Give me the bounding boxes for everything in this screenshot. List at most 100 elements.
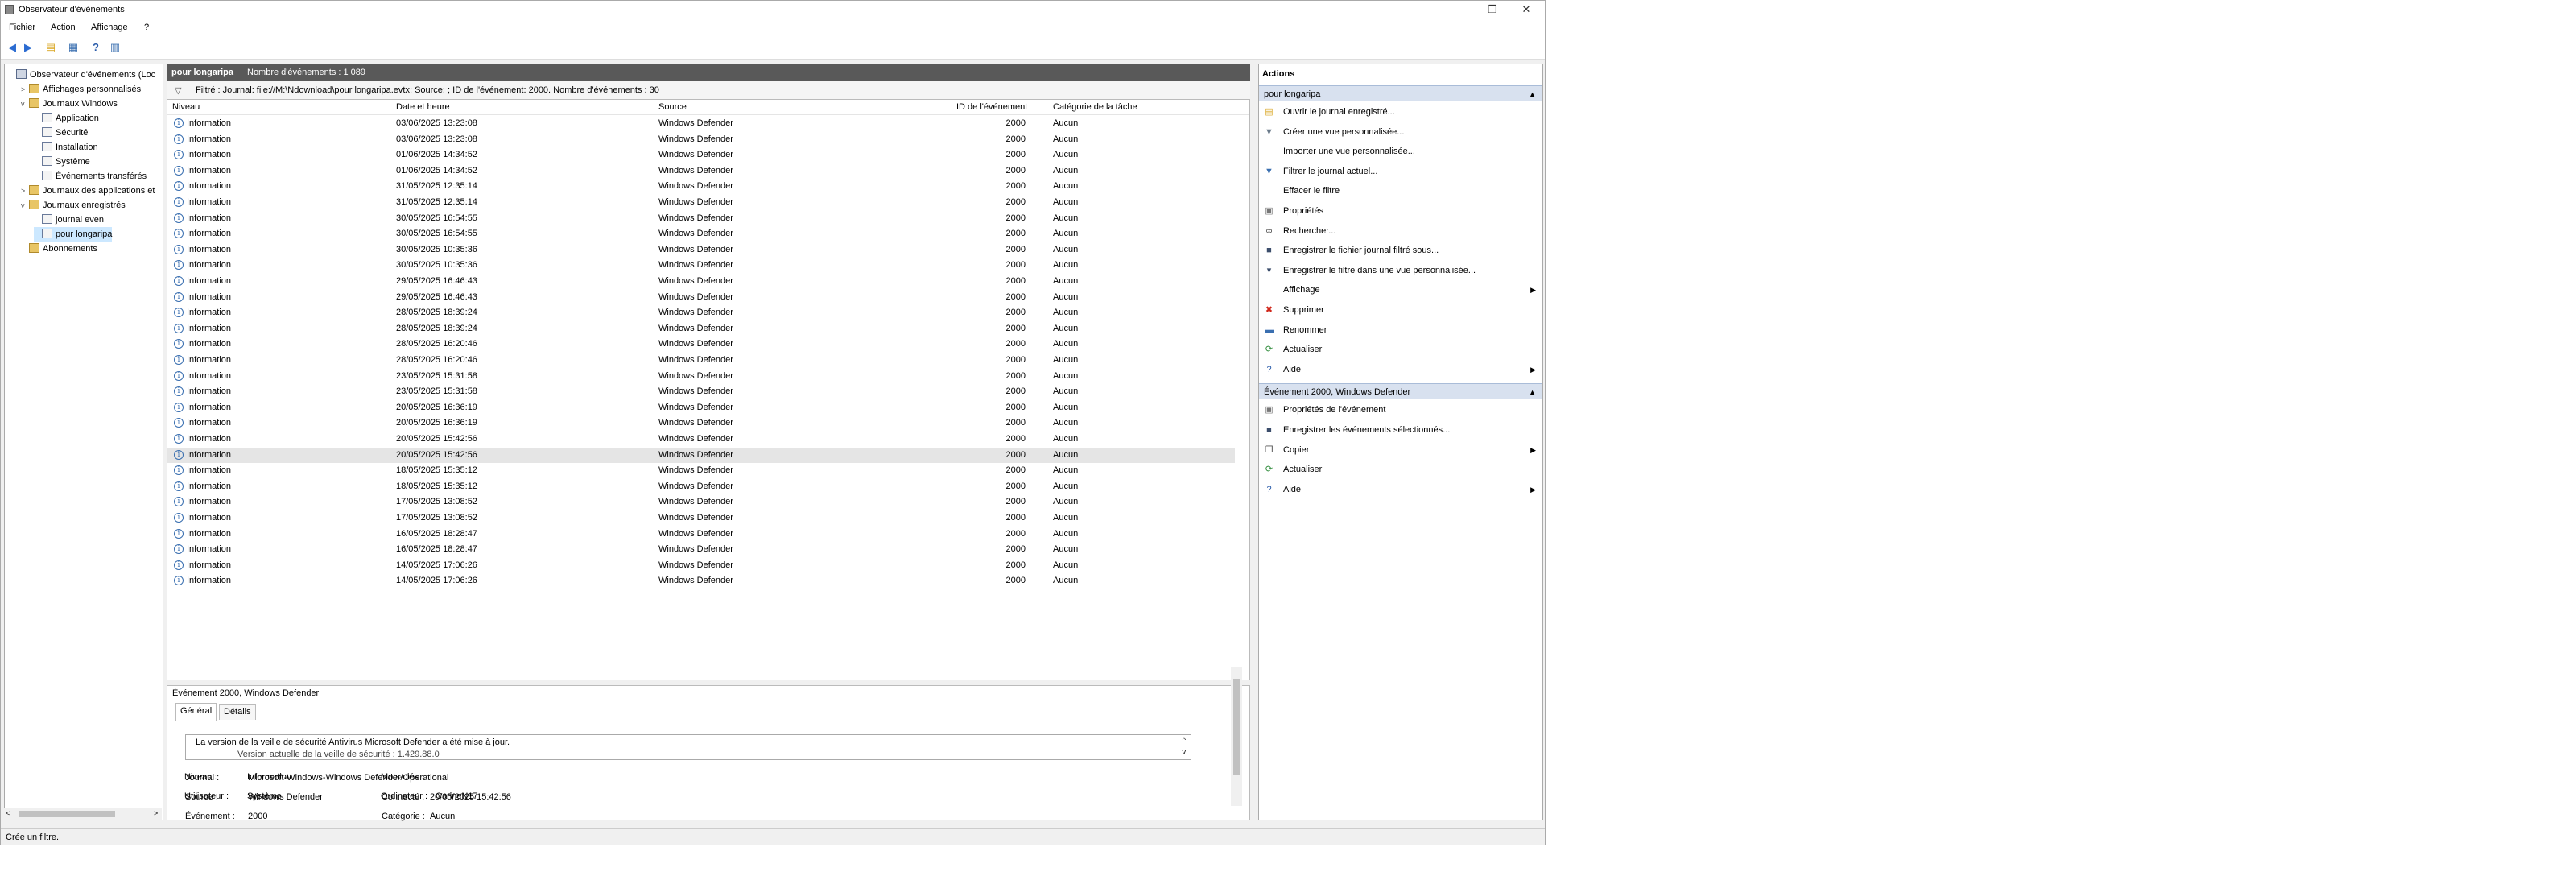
table-row[interactable]: i Information 20/05/2025 16:36:19 Windows D… — [167, 415, 1235, 431]
action-item[interactable]: ∞ Rechercher... — [1259, 222, 1542, 240]
action-item[interactable]: ▼ Filtrer le journal actuel... — [1259, 163, 1542, 180]
table-row[interactable]: i Information 18/05/2025 15:35:12 Windows D… — [167, 479, 1235, 494]
details-vertical-scrollbar[interactable] — [1231, 667, 1242, 806]
action-item[interactable]: ▼ Créer une vue personnalisée... — [1259, 123, 1542, 141]
action-item[interactable]: ▤ Ouvrir le journal enregistré... — [1259, 103, 1542, 121]
table-row[interactable]: i Information 18/05/2025 15:35:12 Windows D… — [167, 463, 1235, 478]
table-row[interactable]: i Information 23/05/2025 15:31:58 Windows D… — [167, 384, 1235, 399]
tree-item[interactable]: Système — [34, 155, 90, 169]
tree-item[interactable]: v Journaux Windows — [21, 97, 118, 111]
action-item[interactable]: Effacer le filtre — [1259, 182, 1542, 200]
show-hide-action-pane-icon[interactable]: ▥ — [109, 41, 122, 54]
table-row[interactable]: i Information 29/05/2025 16:46:43 Windows D… — [167, 274, 1235, 289]
scroll-left-icon[interactable]: < — [6, 809, 10, 817]
action-item[interactable]: ? Aide ▶ — [1259, 481, 1542, 498]
table-row[interactable]: i Information 16/05/2025 18:28:47 Windows D… — [167, 527, 1235, 542]
action-item[interactable]: Affichage ▶ — [1259, 281, 1542, 299]
section-header-log[interactable]: pour longaripa ▲ — [1259, 85, 1542, 101]
table-row[interactable]: i Information 20/05/2025 15:42:56 Windows D… — [167, 432, 1235, 447]
action-item[interactable]: ▣ Propriétés de l'événement — [1259, 401, 1542, 419]
tree-item[interactable]: > Journaux des applications et — [21, 184, 155, 198]
table-row[interactable]: i Information 14/05/2025 17:06:26 Windows D… — [167, 573, 1235, 589]
table-row[interactable]: i Information 23/05/2025 15:31:58 Windows D… — [167, 369, 1235, 384]
action-item[interactable]: ■ Enregistrer le fichier journal filtré s… — [1259, 242, 1542, 259]
event-message[interactable]: La version de la veille de sécurité Anti… — [185, 734, 1191, 760]
column-source[interactable]: Source — [658, 102, 687, 112]
scroll-right-icon[interactable]: > — [154, 809, 158, 817]
table-row[interactable]: i Information 01/06/2025 14:34:52 Windows D… — [167, 163, 1235, 179]
action-item[interactable]: ⟳ Actualiser — [1259, 461, 1542, 478]
table-row[interactable]: i Information 03/06/2025 13:23:08 Windows D… — [167, 132, 1235, 147]
action-item[interactable]: ✖ Supprimer — [1259, 301, 1542, 319]
section-header-event[interactable]: Événement 2000, Windows Defender ▲ — [1259, 383, 1542, 400]
tree-item[interactable]: Abonnements — [21, 242, 97, 256]
close-window-button[interactable]: ✕ — [1508, 1, 1545, 19]
action-item[interactable]: ? Aide ▶ — [1259, 361, 1542, 378]
tree-horizontal-scrollbar[interactable]: < > — [4, 808, 162, 820]
table-row[interactable]: i Information 28/05/2025 16:20:46 Windows D… — [167, 353, 1235, 368]
column-event-id[interactable]: ID de l'événement — [956, 102, 1027, 112]
tab-details[interactable]: Détails — [219, 704, 256, 720]
table-row[interactable]: i Information 30/05/2025 16:54:55 Windows D… — [167, 211, 1235, 226]
menu-help[interactable]: ? — [144, 23, 149, 32]
collapse-section-icon[interactable]: ▲ — [1529, 384, 1536, 400]
action-item[interactable]: ❐ Copier ▶ — [1259, 441, 1542, 459]
tree-item[interactable]: > Affichages personnalisés — [21, 82, 141, 97]
table-row[interactable]: i Information 03/06/2025 13:23:08 Windows D… — [167, 116, 1235, 131]
tree-item[interactable]: v Journaux enregistrés — [21, 198, 126, 213]
column-niveau[interactable]: Niveau — [172, 102, 200, 112]
collapse-section-icon[interactable]: ▲ — [1529, 86, 1536, 102]
back-arrow-icon[interactable]: ◀ — [6, 41, 19, 54]
tree-item[interactable]: pour longaripa — [34, 227, 113, 242]
action-item[interactable]: ▾ Enregistrer le filtre dans une vue pers… — [1259, 262, 1542, 279]
restore-button[interactable]: ❐ — [1474, 1, 1511, 19]
column-date[interactable]: Date et heure — [396, 102, 450, 112]
table-row[interactable]: i Information 31/05/2025 12:35:14 Windows D… — [167, 195, 1235, 210]
tree-item[interactable]: journal even — [34, 213, 104, 227]
action-item[interactable]: ▣ Propriétés — [1259, 202, 1542, 220]
tree-item[interactable]: Application — [34, 111, 99, 126]
expand-icon[interactable]: > — [21, 82, 29, 97]
table-row[interactable]: i Information 29/05/2025 16:46:43 Windows D… — [167, 290, 1235, 305]
scrollbar-thumb[interactable] — [1233, 679, 1240, 775]
table-row[interactable]: i Information 01/06/2025 14:34:52 Windows D… — [167, 147, 1235, 163]
minimize-button[interactable]: — — [1437, 1, 1474, 19]
folder-up-icon[interactable]: ▤ — [44, 41, 57, 54]
chevron-down-icon[interactable]: v — [1183, 748, 1187, 756]
table-row[interactable]: i Information 28/05/2025 16:20:46 Windows D… — [167, 337, 1235, 352]
tree-item[interactable]: Observateur d'événements (Loc — [8, 68, 155, 82]
table-row[interactable]: i Information 20/05/2025 15:42:56 Windows D… — [167, 447, 1235, 463]
action-item[interactable]: ■ Enregistrer les événements sélectionnés… — [1259, 421, 1542, 439]
menu-fichier[interactable]: Fichier — [9, 23, 35, 32]
table-row[interactable]: i Information 28/05/2025 18:39:24 Windows D… — [167, 305, 1235, 320]
action-item[interactable]: Importer une vue personnalisée... — [1259, 143, 1542, 160]
table-row[interactable]: i Information 17/05/2025 13:08:52 Windows D… — [167, 510, 1235, 526]
table-row[interactable]: i Information 14/05/2025 17:06:26 Windows D… — [167, 558, 1235, 573]
cell-date: 18/05/2025 15:35:12 — [396, 481, 477, 491]
table-row[interactable]: i Information 20/05/2025 16:36:19 Windows D… — [167, 400, 1235, 415]
menu-affichage[interactable]: Affichage — [91, 23, 128, 32]
scrollbar-thumb[interactable] — [19, 811, 115, 817]
action-item[interactable]: ⟳ Actualiser — [1259, 341, 1542, 358]
tab-general[interactable]: Général — [175, 703, 217, 721]
table-row[interactable]: i Information 30/05/2025 10:35:36 Windows D… — [167, 242, 1235, 258]
menu-action[interactable]: Action — [51, 23, 76, 32]
table-row[interactable]: i Information 17/05/2025 13:08:52 Windows D… — [167, 494, 1235, 510]
chevron-up-icon[interactable]: ^ — [1183, 736, 1186, 744]
action-item[interactable]: ▬ Renommer — [1259, 321, 1542, 339]
forward-arrow-icon[interactable]: ▶ — [22, 41, 35, 54]
tree-item[interactable]: Sécurité — [34, 126, 88, 140]
table-row[interactable]: i Information 16/05/2025 18:28:47 Windows D… — [167, 542, 1235, 557]
expand-icon[interactable]: > — [21, 184, 29, 198]
column-category[interactable]: Catégorie de la tâche — [1053, 102, 1137, 112]
show-hide-tree-icon[interactable]: ▦ — [67, 41, 80, 54]
tree-item[interactable]: Installation — [34, 140, 98, 155]
tree-item[interactable]: Événements transférés — [34, 169, 147, 184]
table-row[interactable]: i Information 30/05/2025 16:54:55 Windows D… — [167, 226, 1235, 242]
collapse-icon[interactable]: v — [21, 198, 29, 213]
collapse-icon[interactable]: v — [21, 97, 29, 111]
table-row[interactable]: i Information 28/05/2025 18:39:24 Windows D… — [167, 321, 1235, 337]
table-row[interactable]: i Information 30/05/2025 10:35:36 Windows D… — [167, 258, 1235, 273]
table-row[interactable]: i Information 31/05/2025 12:35:14 Windows D… — [167, 179, 1235, 194]
help-icon[interactable]: ? — [89, 41, 102, 54]
